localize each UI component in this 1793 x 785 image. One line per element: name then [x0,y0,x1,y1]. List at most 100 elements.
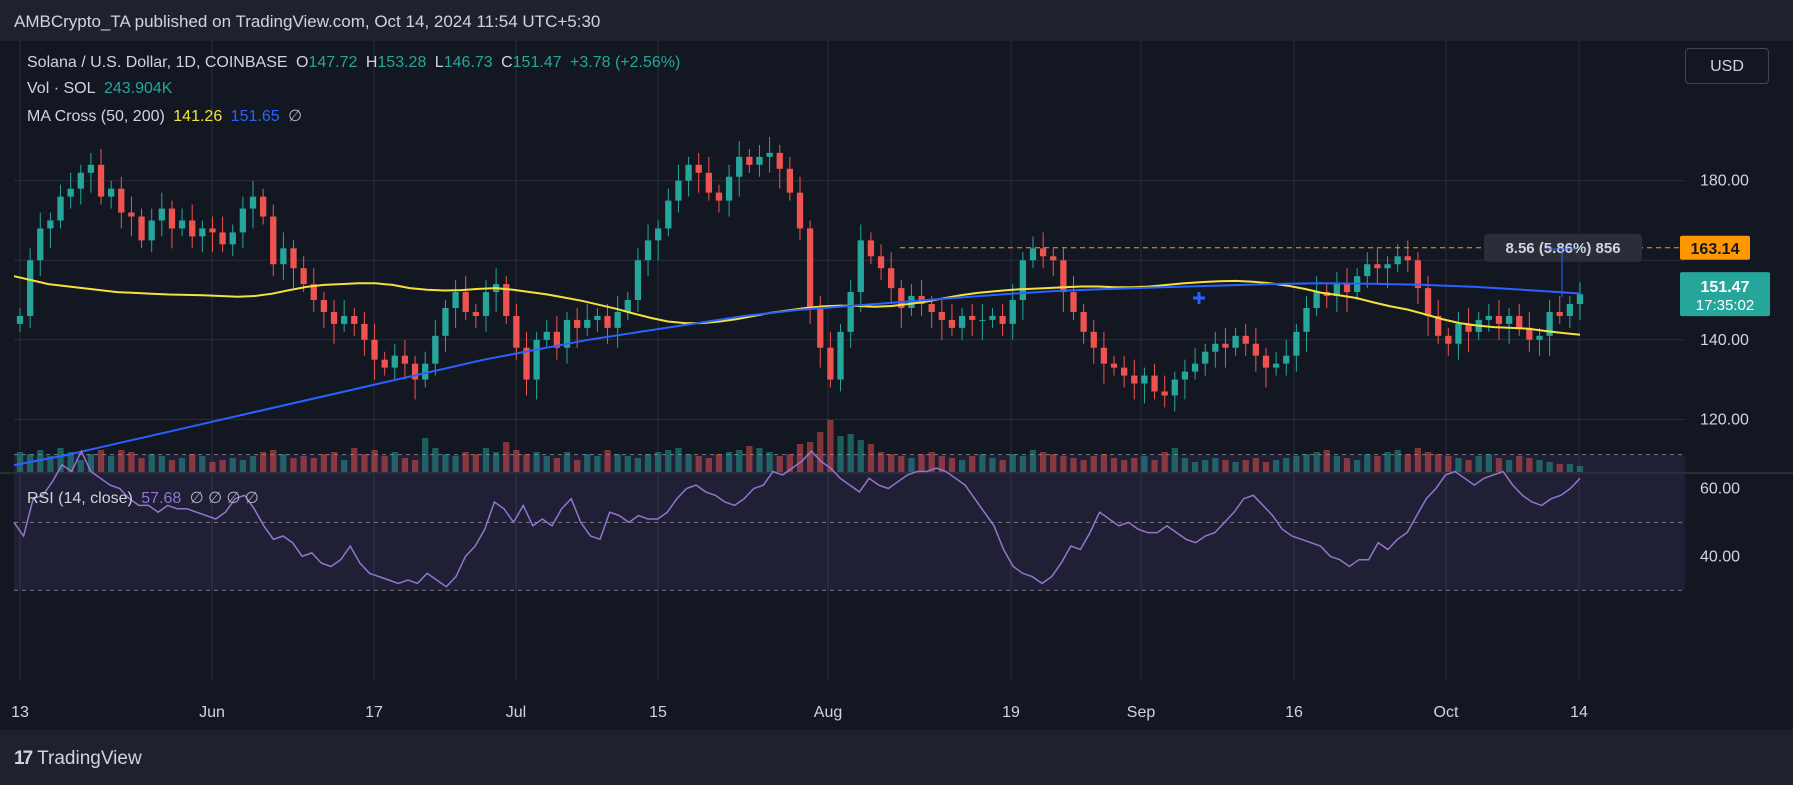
candle-body [604,315,611,328]
candle-body [1181,371,1189,380]
volume-bar [634,458,642,472]
volume-bar [178,458,186,472]
candle-body [1222,343,1229,348]
candle-body [715,192,723,201]
volume-bar [330,452,338,472]
volume-bar [442,454,449,472]
candle-body [1272,363,1280,368]
volume-bar [341,460,348,472]
candle-body [888,268,895,289]
volume-bar [128,452,135,472]
candle [1455,311,1462,360]
candle-body [1364,264,1371,277]
volume-bar [989,458,996,472]
legend-symbol-row: Solana / U.S. Dollar, 1D, COINBASE O147.… [27,54,684,72]
volume-bar [1343,458,1351,472]
volume-bar [736,450,743,472]
candle [1536,327,1543,356]
candle [422,351,429,388]
candle-body [97,164,105,197]
volume-bar [1222,460,1229,472]
candle-body [928,304,935,312]
volume-bar [1100,454,1108,472]
candle [432,319,439,376]
volume-bar [462,452,469,472]
candle [341,300,348,332]
candle-body [1151,375,1158,392]
price-tick-label: 140.00 [1700,332,1749,349]
candle-body [655,228,662,241]
candle-body [1384,264,1391,269]
volume-bar [1090,456,1097,472]
candle-body [1495,315,1503,324]
tradingview-logo-icon: 17 [14,748,33,769]
volume-bar [97,450,105,472]
volume-bar [290,458,297,472]
candle-body [1202,351,1209,364]
volume-bar [563,452,571,472]
candle [452,280,459,328]
volume-bar [1536,460,1543,472]
candle [1262,347,1270,388]
volume-bar [1364,454,1371,472]
candle-body [108,188,115,197]
rsi-tick-label: 60.00 [1700,480,1740,497]
candle [513,304,520,360]
candle-body [1536,335,1543,340]
candle [918,280,925,316]
volume-bar [280,454,287,472]
volume-bar [584,454,591,472]
candle [715,184,723,213]
candle [1323,284,1330,308]
legend-open-value: 147.72 [308,54,358,71]
volume-bar [908,458,915,472]
candle [67,172,74,209]
volume-bar [87,454,95,472]
legend-symbol: Solana / U.S. Dollar, 1D, COINBASE [27,54,288,71]
volume-bar [1435,454,1442,472]
candle-body [452,292,459,308]
volume-bar [16,452,24,472]
candle-body [351,315,358,324]
volume-bar [1252,458,1259,472]
candle [128,196,135,237]
volume-bar [837,436,844,472]
candle [401,339,409,380]
candle [118,176,125,229]
candle [138,208,145,249]
candle-body [1050,256,1057,261]
candle-body [1039,248,1047,257]
volume-bar [1303,454,1310,472]
volume-bar [1151,460,1158,472]
volume-bar [1121,460,1128,472]
candle [523,331,530,396]
ma-cross-marker [1193,292,1205,304]
candle-body [1252,343,1259,356]
candle [1374,248,1381,285]
candle-body [574,319,581,328]
candle-body [1080,311,1087,332]
candle [644,224,652,277]
candle-body [472,311,479,316]
candle-body [837,331,844,380]
volume-bar [300,456,307,472]
candle-body [47,220,54,229]
volume-bar [118,450,125,472]
candle [725,164,733,217]
chart-svg[interactable]: 8.56 (5.86%) 856 120.00 140.00 180.00 163.14… [0,41,1793,731]
volume-bar [381,456,388,472]
candle-body [411,363,419,380]
tradingview-logo[interactable]: 17 TradingView [14,748,142,770]
candle-body [300,268,307,285]
candle-body [138,216,145,241]
currency-button[interactable]: USD [1685,48,1769,84]
volume-bar [1212,458,1219,472]
volume-bar [523,454,530,472]
candle-body [685,164,692,181]
candle-body [1576,294,1584,304]
candle [553,315,561,360]
candle-body [634,260,642,301]
volume-bar [1505,460,1513,472]
volume-bar [725,452,733,472]
candle [189,204,196,249]
